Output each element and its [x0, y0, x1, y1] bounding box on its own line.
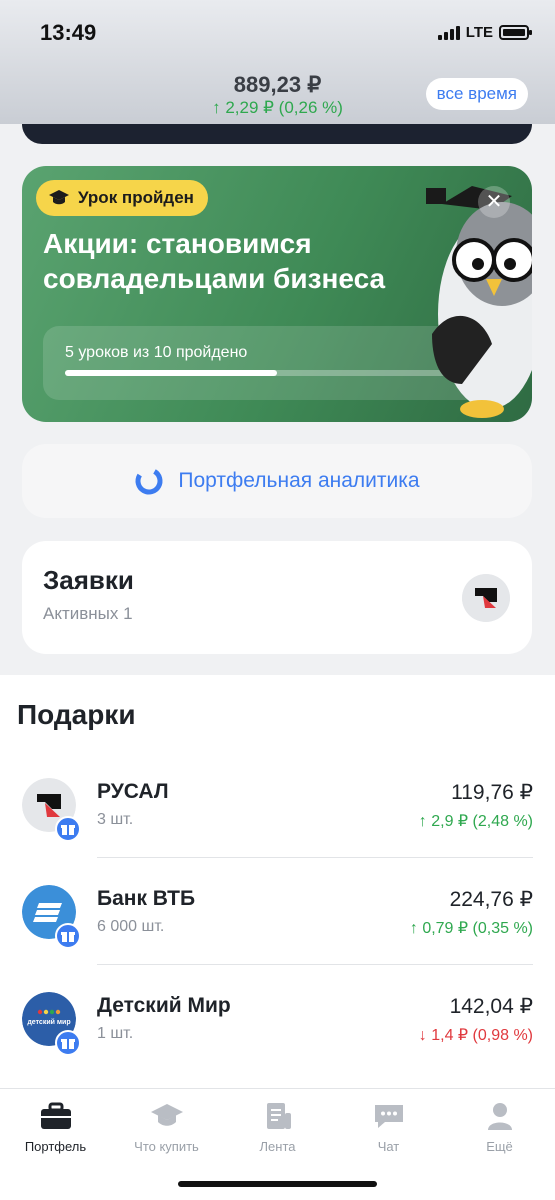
- tab-chat[interactable]: Чат: [333, 1101, 444, 1154]
- tab-label: Лента: [259, 1139, 296, 1154]
- gift-quantity: 6 000 шт.: [97, 918, 165, 935]
- gift-price: 224,76 ₽: [449, 888, 533, 911]
- gift-price: 119,76 ₽: [451, 781, 533, 804]
- gift-change: ↑ 2,9 ₽ (2,48 %): [419, 811, 533, 831]
- lesson-progress-text: 5 уроков из 10 пройдено: [65, 344, 248, 361]
- tab-more[interactable]: Ещё: [444, 1101, 555, 1154]
- graduation-cap-icon: [150, 1104, 183, 1126]
- gifts-title: Подарки: [17, 699, 136, 730]
- news-icon: [266, 1103, 291, 1129]
- gift-change: ↑ 0,79 ₽ (0,35 %): [410, 918, 533, 938]
- status-icons: LTE: [437, 24, 532, 41]
- gift-icon: [55, 1030, 81, 1056]
- network-label: LTE: [465, 24, 493, 41]
- gift-row-vtb[interactable]: Банк ВТБ 6 000 шт. 224,76 ₽ ↑ 0,79 ₽ (0,…: [0, 885, 555, 992]
- gift-change-value: 2,9 ₽ (2,48 %): [431, 813, 533, 830]
- divider: [97, 857, 533, 858]
- gift-change: ↓ 1,4 ₽ (0,98 %): [419, 1025, 533, 1045]
- gift-name: РУСАЛ: [97, 780, 169, 803]
- home-indicator: [178, 1181, 377, 1187]
- gift-row-rusal[interactable]: РУСАЛ 3 шт. 119,76 ₽ ↑ 2,9 ₽ (2,48 %): [0, 778, 555, 885]
- chat-icon: [374, 1105, 403, 1128]
- detskiy-mir-logo-text: детский мир: [27, 1018, 70, 1026]
- top-bar: 13:49 LTE 889,23 ₽ ↑ 2,29 ₽ (0,26 %) все…: [0, 0, 555, 124]
- tab-what-to-buy[interactable]: Что купить: [111, 1101, 222, 1154]
- analytics-icon: [135, 467, 163, 495]
- tab-feed[interactable]: Лента: [222, 1101, 333, 1154]
- portfolio-change-value: 2,29 ₽ (0,26 %): [225, 98, 343, 117]
- close-icon[interactable]: ✕: [478, 186, 510, 218]
- arrow-up-icon: ↑: [212, 98, 221, 117]
- portfolio-analytics-button[interactable]: Портфельная аналитика: [22, 444, 532, 518]
- divider: [97, 964, 533, 965]
- analytics-label: Портфельная аналитика: [178, 469, 420, 492]
- gift-change-value: 1,4 ₽ (0,98 %): [431, 1027, 533, 1044]
- orders-subtitle: Активных 1: [43, 604, 133, 623]
- lesson-card[interactable]: Урок пройден Акции: становимся совладель…: [22, 166, 532, 422]
- gift-row-detskiy-mir[interactable]: детский мир Детский Мир 1 шт. 142,04 ₽ ↓…: [0, 992, 555, 1099]
- orders-card[interactable]: Заявки Активных 1: [22, 541, 532, 654]
- rusal-logo-icon: [462, 574, 510, 622]
- gift-name: Банк ВТБ: [97, 887, 196, 910]
- gifts-section: Подарки РУСАЛ 3 шт. 119,76 ₽ ↑ 2,9 ₽ (2,…: [0, 675, 555, 1090]
- lesson-title: Акции: становимся совладельцами бизнеса: [43, 228, 386, 294]
- tab-label: Чат: [377, 1139, 400, 1154]
- period-button[interactable]: все время: [425, 78, 528, 110]
- arrow-down-icon: ↓: [418, 1027, 427, 1044]
- arrow-up-icon: ↑: [418, 813, 427, 830]
- gift-quantity: 3 шт.: [97, 811, 134, 828]
- lesson-badge-label: Урок пройден: [78, 188, 194, 207]
- signal-icon: [437, 25, 460, 40]
- gift-change-value: 0,79 ₽ (0,35 %): [422, 920, 533, 937]
- profile-icon: [487, 1103, 512, 1130]
- gift-name: Детский Мир: [97, 994, 231, 1017]
- tab-label: Портфель: [24, 1139, 87, 1154]
- tab-portfolio[interactable]: Портфель: [0, 1101, 111, 1154]
- gift-icon: [55, 816, 81, 842]
- gift-icon: [55, 923, 81, 949]
- battery-icon: [499, 25, 532, 40]
- status-time: 13:49: [40, 20, 97, 45]
- arrow-up-icon: ↑: [409, 920, 418, 937]
- progress-fill: [65, 370, 277, 376]
- briefcase-icon: [40, 1102, 71, 1129]
- gift-quantity: 1 шт.: [97, 1025, 134, 1042]
- owl-mascot-illustration: [426, 186, 532, 418]
- orders-title: Заявки: [43, 565, 134, 595]
- graduation-cap-icon: [49, 190, 69, 205]
- gift-price: 142,04 ₽: [449, 995, 533, 1018]
- lesson-badge: Урок пройден: [36, 180, 208, 216]
- tab-label: Ещё: [486, 1139, 513, 1154]
- tab-label: Что купить: [134, 1139, 199, 1154]
